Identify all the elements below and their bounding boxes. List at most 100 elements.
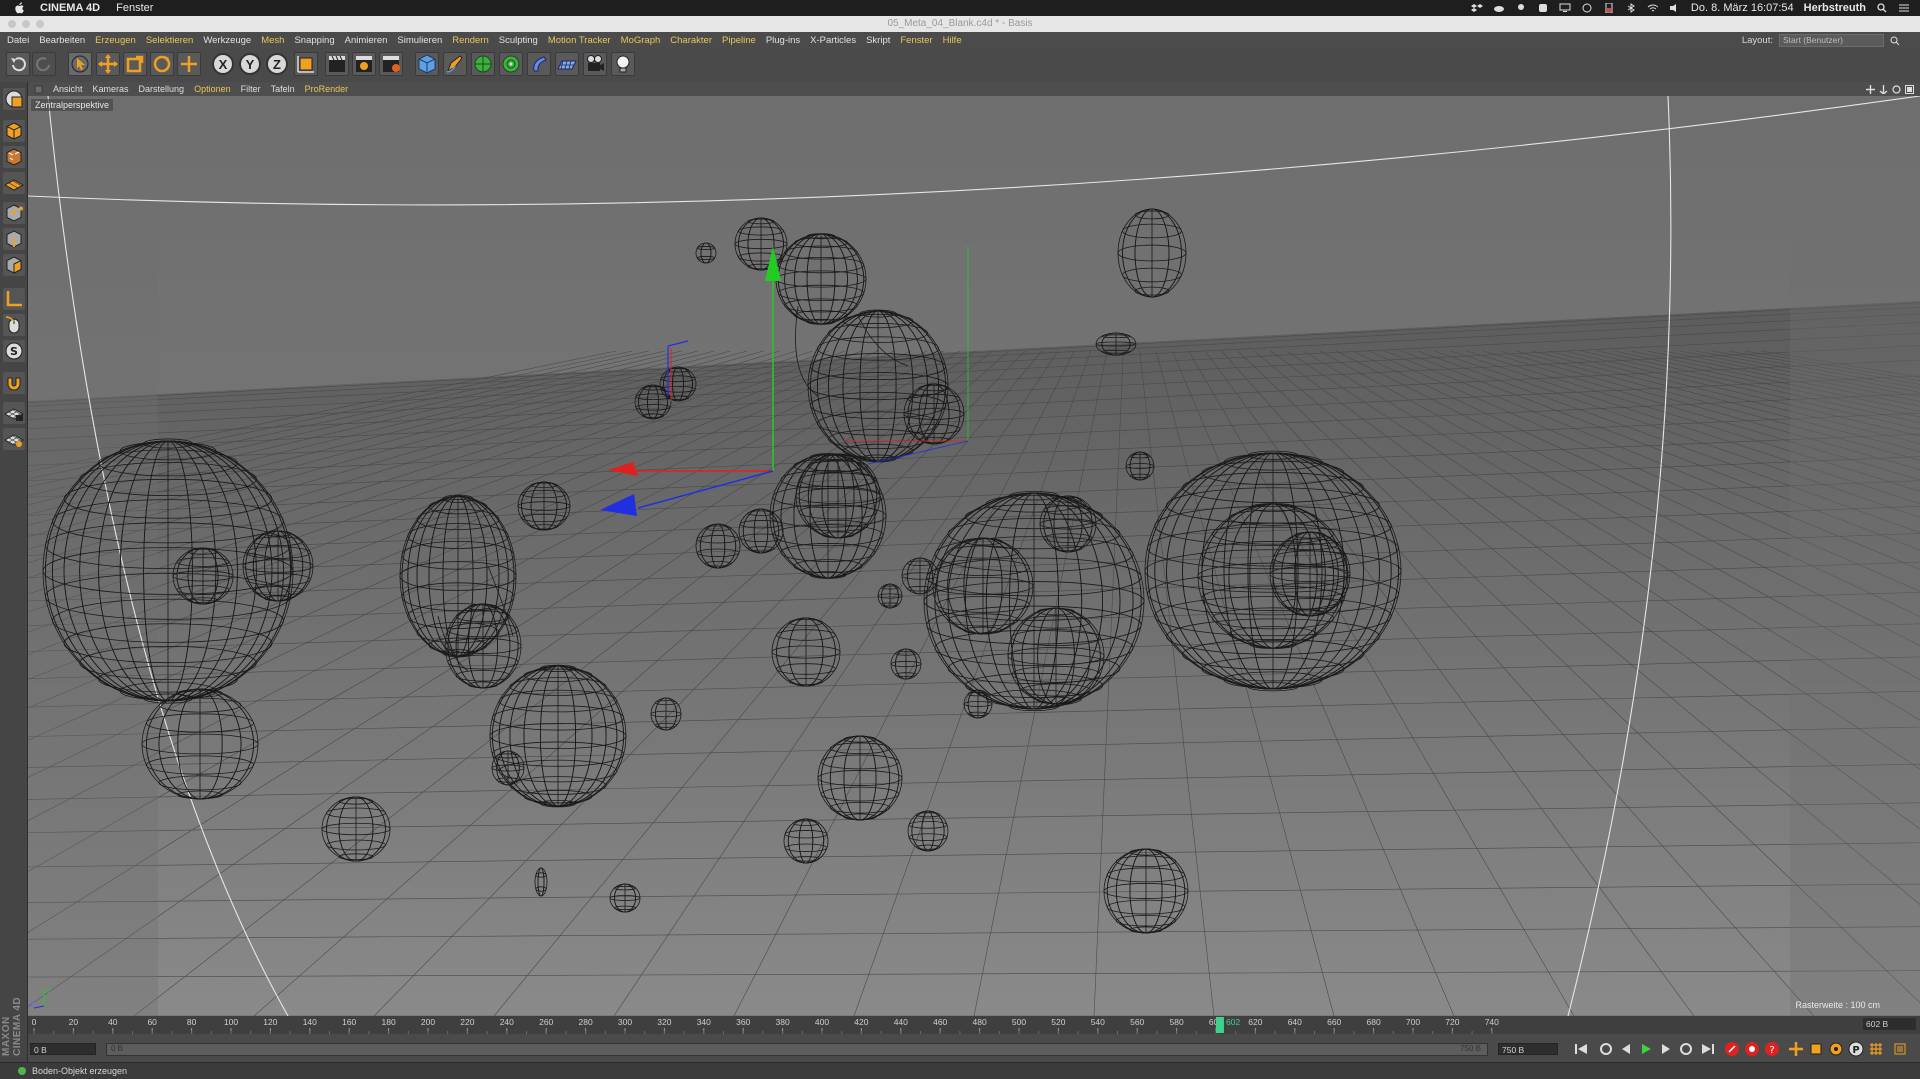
array-button[interactable]: [499, 52, 523, 76]
viewport-scene[interactable]: Y Z: [28, 96, 1920, 1016]
apple-icon[interactable]: [12, 2, 26, 14]
planar-workplane-button[interactable]: [3, 428, 25, 450]
location-icon[interactable]: [1515, 3, 1527, 13]
menu-bearbeiten[interactable]: Bearbeiten: [39, 35, 85, 46]
menu-mesh[interactable]: Mesh: [261, 35, 284, 46]
soft-selection-button[interactable]: [3, 372, 25, 394]
preview-range-slider[interactable]: 0 B 750 B: [106, 1043, 1488, 1056]
snap-button[interactable]: S: [3, 340, 25, 362]
tweak-mode-button[interactable]: [3, 314, 25, 336]
menu-hilfe[interactable]: Hilfe: [943, 35, 962, 46]
time-machine-icon[interactable]: [1581, 3, 1593, 13]
go-to-start-button[interactable]: [1573, 1041, 1589, 1057]
edges-mode-button[interactable]: [3, 228, 25, 250]
live-select-button[interactable]: [68, 52, 92, 76]
spline-pen-button[interactable]: [443, 52, 467, 76]
scale-tool-button[interactable]: [123, 52, 147, 76]
playhead[interactable]: [1215, 1017, 1224, 1033]
record-active-button[interactable]: [1724, 1041, 1740, 1057]
current-frame-display[interactable]: 602 B: [1863, 1018, 1916, 1030]
record-pla-button[interactable]: [1868, 1041, 1884, 1057]
menu-plug-ins[interactable]: Plug-ins: [766, 35, 800, 46]
spotlight-search-icon[interactable]: [1876, 3, 1888, 13]
pan-view-icon[interactable]: [1866, 84, 1875, 94]
zoom-view-icon[interactable]: [1879, 84, 1888, 94]
next-frame-button[interactable]: [1658, 1041, 1674, 1057]
timeline[interactable]: 0 20 40 60 80 100 120 140 160 180 200 220 240 260 280 3…: [28, 1016, 1920, 1034]
timeline-options-button[interactable]: [1892, 1041, 1908, 1057]
recent-tool-button[interactable]: [177, 52, 201, 76]
camera-object-button[interactable]: [583, 52, 607, 76]
polygons-mode-button[interactable]: [3, 254, 25, 276]
move-tool-button[interactable]: [96, 52, 120, 76]
layout-dropdown[interactable]: Start (Benutzer): [1779, 34, 1884, 47]
play-button[interactable]: [1638, 1041, 1654, 1057]
viewport-menu-prorender[interactable]: ProRender: [305, 84, 349, 94]
menu-x-particles[interactable]: X-Particles: [810, 35, 856, 46]
viewport-menu-optionen[interactable]: Optionen: [194, 84, 231, 94]
coordinate-system-button[interactable]: [294, 52, 318, 76]
deformer-button[interactable]: [527, 52, 551, 76]
redo-button[interactable]: [32, 52, 56, 76]
cloud-icon[interactable]: [1493, 3, 1505, 13]
bluetooth-icon[interactable]: [1625, 3, 1637, 13]
next-key-button[interactable]: [1678, 1041, 1694, 1057]
undo-button[interactable]: [6, 52, 30, 76]
axis-x-lock-button[interactable]: X: [212, 53, 234, 75]
keyframe-selection-button[interactable]: ?: [1764, 1041, 1780, 1057]
minimize-window-button[interactable]: [22, 20, 30, 28]
menu-charakter[interactable]: Charakter: [670, 35, 712, 46]
light-object-button[interactable]: [611, 52, 635, 76]
maximize-view-icon[interactable]: [1905, 84, 1914, 94]
menubar-clock[interactable]: Do. 8. März 16:07:54: [1691, 2, 1794, 14]
axis-mode-button[interactable]: [3, 288, 25, 310]
viewport-menu-tafeln[interactable]: Tafeln: [271, 84, 295, 94]
menu-rendern[interactable]: Rendern: [452, 35, 488, 46]
dropbox-icon[interactable]: [1470, 3, 1483, 13]
previous-key-button[interactable]: [1598, 1041, 1614, 1057]
axis-z-lock-button[interactable]: Z: [266, 53, 288, 75]
render-settings-button[interactable]: [379, 52, 403, 76]
close-window-button[interactable]: [8, 20, 16, 28]
rotate-tool-button[interactable]: [150, 52, 174, 76]
min-time-field[interactable]: 0 B: [30, 1043, 96, 1055]
render-picture-viewer-button[interactable]: [352, 52, 376, 76]
menu-werkzeuge[interactable]: Werkzeuge: [203, 35, 251, 46]
menu-mograph[interactable]: MoGraph: [621, 35, 661, 46]
texture-mode-button[interactable]: [3, 146, 25, 168]
app-name[interactable]: CINEMA 4D: [40, 2, 100, 14]
record-position-button[interactable]: [1788, 1041, 1804, 1057]
floor-object-button[interactable]: [555, 52, 579, 76]
orbit-view-icon[interactable]: [1892, 84, 1901, 94]
volume-icon[interactable]: [1669, 3, 1681, 13]
render-view-button[interactable]: [325, 52, 349, 76]
viewport-menu-handle-icon[interactable]: [34, 85, 43, 94]
menu-skript[interactable]: Skript: [866, 35, 890, 46]
mac-menu-fenster[interactable]: Fenster: [116, 2, 153, 14]
lock-workplane-button[interactable]: [3, 402, 25, 424]
menu-pipeline[interactable]: Pipeline: [722, 35, 756, 46]
viewport-menu-darstellung[interactable]: Darstellung: [139, 84, 185, 94]
viewport-menu-kameras[interactable]: Kameras: [93, 84, 129, 94]
menubar-user[interactable]: Herbstreuth: [1804, 2, 1866, 14]
axis-y-lock-button[interactable]: Y: [239, 53, 261, 75]
model-mode-button[interactable]: [3, 120, 25, 142]
points-mode-button[interactable]: [3, 202, 25, 224]
menu-fenster[interactable]: Fenster: [900, 35, 932, 46]
search-icon[interactable]: [1890, 36, 1900, 46]
previous-frame-button[interactable]: [1618, 1041, 1634, 1057]
viewport-menu-filter[interactable]: Filter: [241, 84, 261, 94]
menu-sculpting[interactable]: Sculpting: [499, 35, 538, 46]
menu-selektieren[interactable]: Selektieren: [146, 35, 194, 46]
menu-snapping[interactable]: Snapping: [294, 35, 334, 46]
max-time-field[interactable]: 750 B: [1498, 1043, 1558, 1055]
viewport-menu-ansicht[interactable]: Ansicht: [53, 84, 83, 94]
menu-erzeugen[interactable]: Erzeugen: [95, 35, 136, 46]
menu-datei[interactable]: Datei: [7, 35, 29, 46]
wifi-icon[interactable]: [1647, 3, 1659, 13]
3d-viewport[interactable]: Y Z Zentralperspektive Rasterweite : 100…: [28, 96, 1920, 1016]
menu-animieren[interactable]: Animieren: [345, 35, 388, 46]
zoom-window-button[interactable]: [36, 20, 44, 28]
view-name-label[interactable]: Zentralperspektive: [31, 99, 114, 111]
battery-icon[interactable]: [1603, 3, 1615, 13]
